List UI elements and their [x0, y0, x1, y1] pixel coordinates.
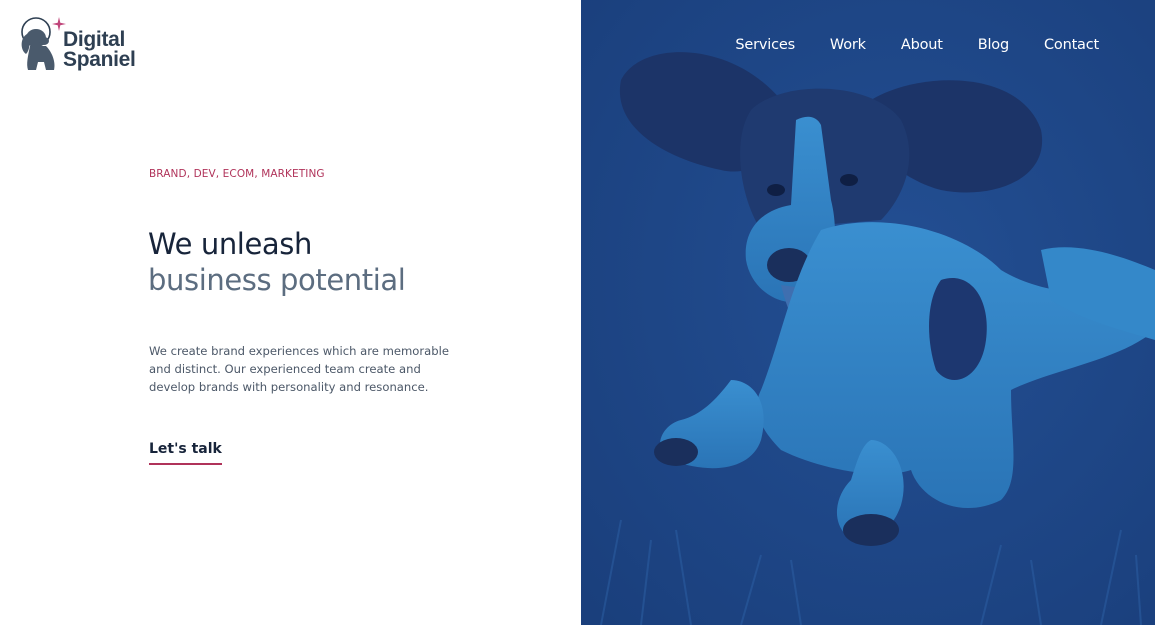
hero-headline-line1: We unleash — [148, 227, 312, 261]
nav-work[interactable]: Work — [830, 37, 866, 53]
running-spaniel-photo — [581, 0, 1155, 625]
hero-body: We create brand experiences which are me… — [149, 344, 449, 394]
nav-blog[interactable]: Blog — [978, 37, 1009, 53]
nav-about[interactable]: About — [901, 37, 943, 53]
left-panel: Digital Spaniel BRAND, DEV, ECOM, MARKET… — [0, 0, 581, 625]
brand-name-line2: Spaniel — [63, 48, 136, 71]
page: Digital Spaniel BRAND, DEV, ECOM, MARKET… — [0, 0, 1155, 625]
brand-name-line1: Digital — [63, 28, 126, 51]
lets-talk-link[interactable]: Let's talk — [149, 441, 222, 465]
hero-eyebrow: BRAND, DEV, ECOM, MARKETING — [149, 168, 325, 180]
logo-link[interactable]: Digital Spaniel — [14, 16, 144, 74]
hero-headline-line2: business potential — [148, 263, 406, 297]
nav-services[interactable]: Services — [735, 37, 795, 53]
hero-headline: We unleash business potential — [148, 226, 406, 298]
main-nav: Services Work About Blog Contact — [700, 37, 1099, 53]
hero-image-panel: Services Work About Blog Contact — [581, 0, 1155, 625]
nav-contact[interactable]: Contact — [1044, 37, 1099, 53]
brand-name: Digital Spaniel — [63, 28, 136, 71]
